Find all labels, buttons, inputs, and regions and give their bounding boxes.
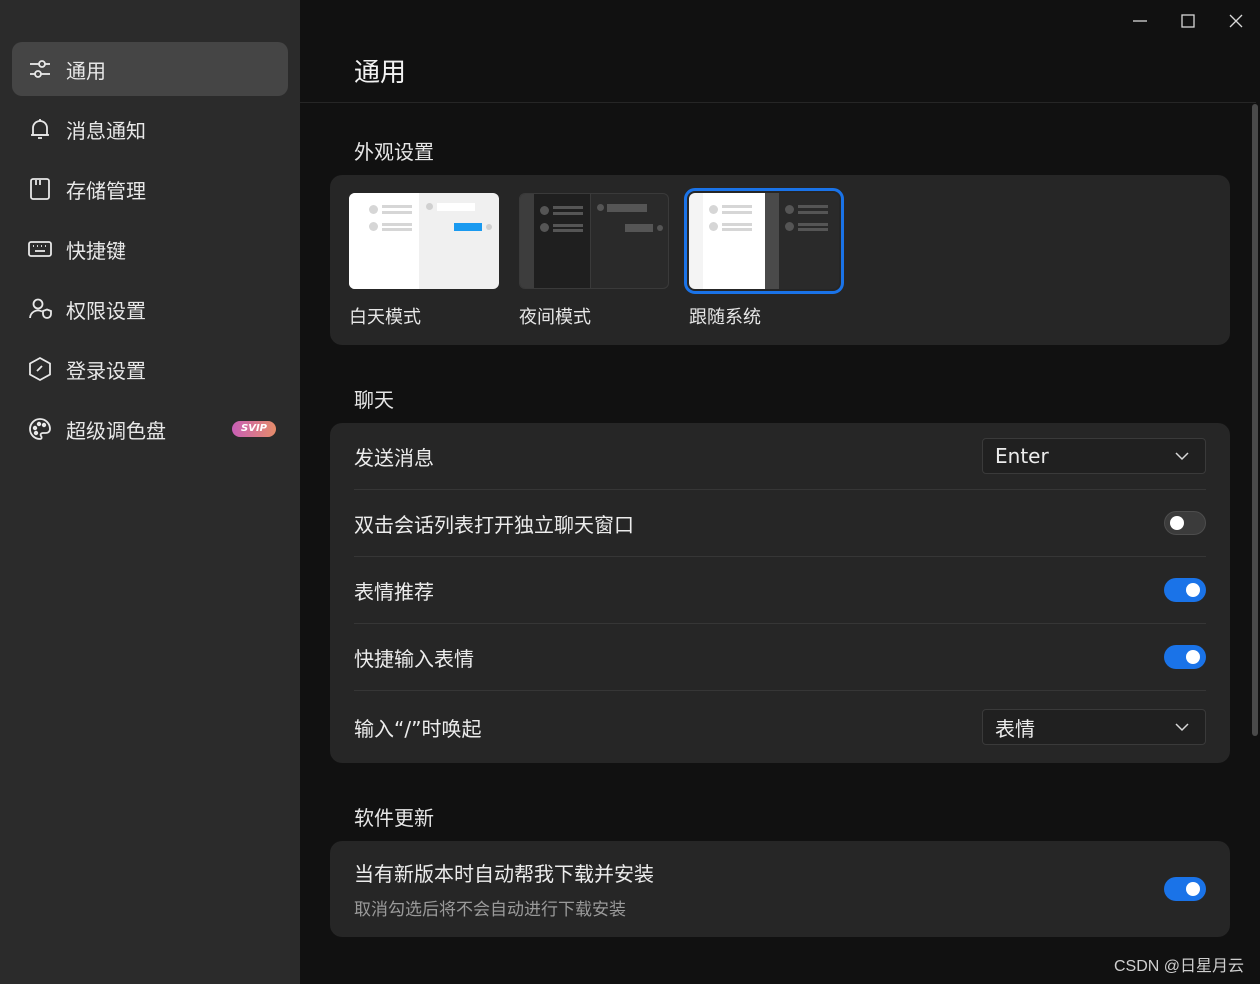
slash-invoke-label: 输入“/”时唤起 [354, 716, 482, 741]
quick-emoji-row: 快捷输入表情 [354, 624, 1206, 691]
system-theme-thumbnail [684, 188, 844, 294]
close-icon [1229, 14, 1243, 28]
appearance-card: 白天模式 夜间模式 跟随系统 [330, 175, 1230, 345]
theme-option-dark[interactable]: 夜间模式 [519, 193, 669, 329]
sidebar-item-label: 登录设置 [66, 358, 146, 383]
appearance-section-title: 外观设置 [354, 140, 434, 164]
double-click-open-toggle[interactable] [1164, 511, 1206, 535]
quick-emoji-toggle[interactable] [1164, 645, 1206, 669]
theme-label: 夜间模式 [519, 307, 591, 328]
watermark: CSDN @日星月云 [1113, 958, 1244, 975]
minimize-icon [1133, 20, 1147, 22]
light-theme-thumbnail [349, 193, 499, 289]
sidebar-item-label: 快捷键 [66, 238, 126, 263]
bell-icon [26, 115, 54, 143]
send-message-dropdown[interactable]: Enter [982, 438, 1206, 474]
sidebar-item-general[interactable]: 通用 [12, 42, 288, 96]
auto-update-row: 当有新版本时自动帮我下载并安装 取消勾选后将不会自动进行下载安装 [354, 841, 1206, 937]
send-message-label: 发送消息 [354, 445, 434, 470]
svip-badge: SVIP [232, 421, 276, 437]
title-divider [300, 102, 1256, 103]
double-click-open-label: 双击会话列表打开独立聊天窗口 [354, 512, 634, 537]
sidebar-item-permissions[interactable]: 权限设置 [12, 282, 288, 336]
double-click-open-row: 双击会话列表打开独立聊天窗口 [354, 490, 1206, 557]
send-message-row: 发送消息 Enter [354, 423, 1206, 490]
main-panel: 通用 外观设置 白天模式 夜间模式 跟随系统 聊天 发送消息 Enter 双击会… [300, 0, 1260, 984]
theme-option-light[interactable]: 白天模式 [349, 193, 499, 329]
maximize-icon [1181, 14, 1195, 28]
chat-card: 发送消息 Enter 双击会话列表打开独立聊天窗口 表情推荐 快捷输入表情 输入… [330, 423, 1230, 763]
sidebar-item-storage[interactable]: 存储管理 [12, 162, 288, 216]
hexagon-login-icon [26, 355, 54, 383]
emoji-recommend-row: 表情推荐 [354, 557, 1206, 624]
minimize-button[interactable] [1116, 0, 1164, 42]
emoji-recommend-label: 表情推荐 [354, 579, 434, 604]
dropdown-value: Enter [995, 444, 1049, 468]
keyboard-icon [26, 235, 54, 263]
storage-card-icon [26, 175, 54, 203]
sidebar-item-label: 消息通知 [66, 118, 146, 143]
page-title: 通用 [354, 58, 407, 88]
palette-icon [26, 415, 54, 443]
sliders-icon [26, 55, 54, 83]
chat-section-title: 聊天 [354, 388, 394, 412]
quick-emoji-label: 快捷输入表情 [354, 646, 474, 671]
slash-invoke-dropdown[interactable]: 表情 [982, 709, 1206, 745]
close-button[interactable] [1212, 0, 1260, 42]
sidebar-item-palette[interactable]: 超级调色盘 SVIP [12, 402, 288, 456]
window-controls [1116, 0, 1260, 42]
sidebar-item-notifications[interactable]: 消息通知 [12, 102, 288, 156]
auto-update-text: 当有新版本时自动帮我下载并安装 取消勾选后将不会自动进行下载安装 [354, 858, 654, 920]
dropdown-value: 表情 [995, 716, 1035, 741]
sidebar-item-shortcuts[interactable]: 快捷键 [12, 222, 288, 276]
update-section-title: 软件更新 [354, 806, 434, 830]
theme-option-system[interactable]: 跟随系统 [684, 188, 844, 329]
scrollbar[interactable] [1252, 104, 1258, 736]
update-card: 当有新版本时自动帮我下载并安装 取消勾选后将不会自动进行下载安装 [330, 841, 1230, 937]
chevron-down-icon [1175, 723, 1189, 732]
slash-invoke-row: 输入“/”时唤起 表情 [354, 691, 1206, 763]
sidebar-item-label: 通用 [66, 58, 106, 83]
auto-update-label: 当有新版本时自动帮我下载并安装 [354, 862, 654, 886]
user-shield-icon [26, 295, 54, 323]
maximize-button[interactable] [1164, 0, 1212, 42]
auto-update-subtext: 取消勾选后将不会自动进行下载安装 [354, 900, 626, 920]
sidebar-item-label: 存储管理 [66, 178, 146, 203]
chevron-down-icon [1175, 452, 1189, 461]
dark-theme-thumbnail [519, 193, 669, 289]
theme-label: 跟随系统 [689, 307, 761, 328]
auto-update-toggle[interactable] [1164, 877, 1206, 901]
sidebar: 通用 消息通知 存储管理 快捷键 权限设置 登录设置 超级调色盘 SVIP [0, 0, 300, 984]
emoji-recommend-toggle[interactable] [1164, 578, 1206, 602]
sidebar-item-label: 权限设置 [66, 298, 146, 323]
theme-label: 白天模式 [349, 307, 421, 328]
sidebar-item-label: 超级调色盘 [66, 418, 166, 443]
sidebar-item-login[interactable]: 登录设置 [12, 342, 288, 396]
